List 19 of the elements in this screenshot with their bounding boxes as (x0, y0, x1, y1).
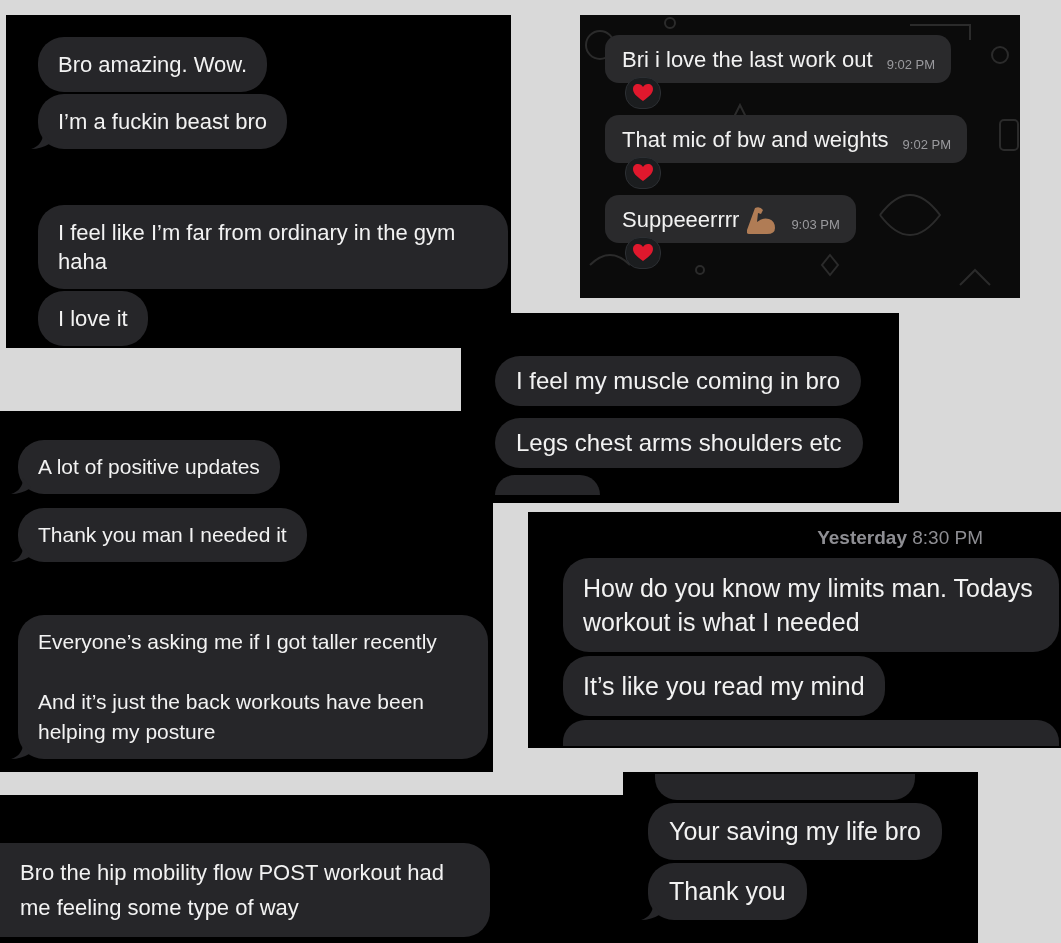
message-bubble: Legs chest arms shoulders etc (495, 418, 863, 468)
message-bubble: Your saving my life bro (648, 803, 942, 860)
reaction-badge[interactable] (625, 237, 661, 269)
message-time: 9:03 PM (791, 216, 840, 234)
message-text: That mic of bw and weights (622, 126, 889, 154)
message-bubble: Bro the hip mobility flow POST workout had me feeling some type of way (0, 843, 490, 937)
message-time: 9:02 PM (886, 56, 936, 74)
reaction-badge[interactable] (625, 157, 661, 189)
message-bubble: I feel my muscle coming in bro (495, 356, 862, 406)
message-bubble: How do you know my limits man. Todays workout is what I needed (563, 558, 1059, 652)
message-bubble: I feel like I’m far from ordinary in the gym haha (38, 205, 508, 289)
message-bubble: It’s like you read my mind (563, 656, 885, 716)
message-text: Suppeeerrrr (622, 206, 740, 234)
message-time: 9:02 PM (902, 136, 951, 154)
message-bubble: I love it (38, 291, 148, 346)
message-bubble: Bro amazing. Wow. (38, 37, 268, 92)
reaction-badge[interactable] (625, 77, 661, 109)
message-text: Bri i love the last work out (622, 46, 873, 74)
timestamp: Yesterday 8:30 PM (817, 526, 983, 550)
